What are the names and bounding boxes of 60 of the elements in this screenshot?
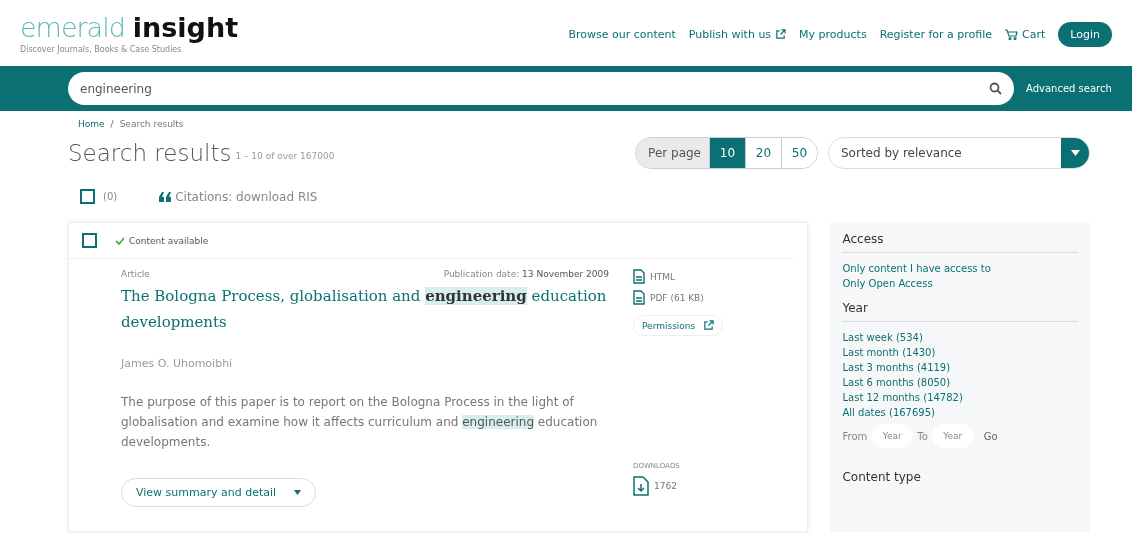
format-link[interactable]: PDF (61 KB) xyxy=(633,290,763,305)
selected-count: (0) xyxy=(103,191,118,202)
breadcrumb-separator: / xyxy=(110,119,114,129)
advanced-search-link[interactable]: Advanced search xyxy=(1026,83,1112,94)
external-link-icon xyxy=(775,29,787,40)
result-title[interactable]: The Bologna Process, globalisation and engineering education developments xyxy=(121,283,609,335)
filter-link[interactable]: Last 6 months (8050) xyxy=(842,375,1078,390)
availability-label: Content available xyxy=(115,235,209,246)
filter-link[interactable]: Only Open Access xyxy=(842,276,1078,291)
quote-icon xyxy=(159,191,173,202)
from-label: From xyxy=(842,430,868,442)
login-button[interactable]: Login xyxy=(1058,22,1112,47)
abstract-text: The purpose of this paper is to report on the Bologna Process in the light of globalisation and examine how it affects curriculum and engineering education developments. xyxy=(121,394,599,451)
to-label: To xyxy=(917,430,928,442)
year-field[interactable]: Year xyxy=(931,424,974,448)
filter-heading: Access xyxy=(842,232,1078,253)
caret-icon xyxy=(1070,150,1080,156)
caret-icon xyxy=(294,490,302,495)
filter-heading: Content type xyxy=(842,470,922,486)
external-link-icon xyxy=(703,320,715,331)
document-icon xyxy=(633,269,645,284)
check-icon xyxy=(115,236,125,245)
content-type: Article xyxy=(121,269,150,279)
filter-link[interactable]: Last 12 months (14782) xyxy=(842,390,1078,405)
page-title: Search results xyxy=(68,140,232,166)
filter-link[interactable]: Last month (1430) xyxy=(842,345,1078,360)
nav-link[interactable]: My products xyxy=(799,28,867,41)
cart-link[interactable]: Cart xyxy=(1005,28,1046,41)
logo-text[interactable]: insight xyxy=(132,12,239,43)
breadcrumb-link[interactable]: Search results xyxy=(119,119,184,129)
filter-link[interactable]: Last 3 months (4119) xyxy=(842,360,1078,375)
logo-tagline: Discover Journals, Books & Case Studies xyxy=(20,45,183,54)
nav-link[interactable]: Register for a profile xyxy=(879,28,993,41)
search-field[interactable]: engineering xyxy=(68,72,1014,105)
download-file-icon xyxy=(633,476,649,496)
author-name: James O. Uhomoibhi xyxy=(121,357,234,370)
result-count: 1 – 10 of over 167000 xyxy=(235,151,335,161)
permissions-button[interactable]: Permissions xyxy=(633,315,724,336)
year-field[interactable]: Year xyxy=(871,424,914,448)
filter-link[interactable]: Last week (534) xyxy=(842,330,1078,345)
per-page-option[interactable]: 50 xyxy=(781,138,817,168)
cart-icon xyxy=(1005,29,1019,40)
result-checkbox[interactable] xyxy=(82,233,97,248)
filter-link[interactable]: All dates (167695) xyxy=(842,405,1078,420)
nav-link[interactable]: Publish with us xyxy=(688,28,787,41)
view-summary-button[interactable]: View summary and detail xyxy=(121,478,317,507)
filter-link[interactable]: Only content I have access to xyxy=(842,261,1078,276)
go-button[interactable]: Go xyxy=(977,429,1004,443)
document-icon xyxy=(633,290,645,305)
breadcrumb-link[interactable]: Home xyxy=(78,119,105,129)
citations-link[interactable]: Citations: download RIS xyxy=(159,189,318,204)
download-count[interactable]: 1762 xyxy=(633,476,763,496)
per-page-label: Per page xyxy=(636,138,709,168)
filter-heading: Year xyxy=(842,301,1078,322)
select-all-checkbox[interactable] xyxy=(80,189,95,204)
nav-link[interactable]: Browse our content xyxy=(568,28,676,41)
per-page-option[interactable]: 10 xyxy=(709,138,745,168)
search-icon[interactable] xyxy=(989,82,1002,95)
format-link[interactable]: HTML xyxy=(633,269,763,284)
publication-date: Publication date: 13 November 2009 xyxy=(443,269,609,279)
